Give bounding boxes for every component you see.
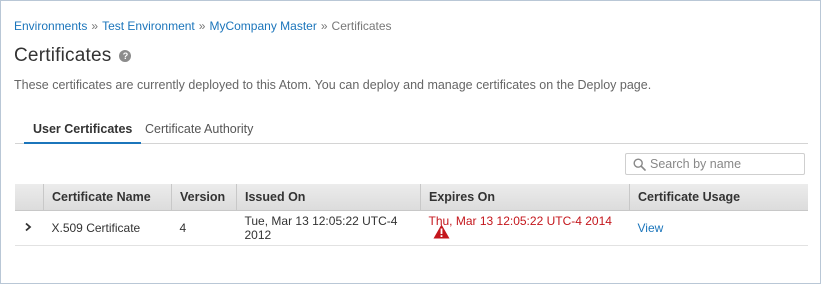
breadcrumb-separator: » xyxy=(320,19,328,33)
breadcrumb: Environments» Test Environment» MyCompany … xyxy=(14,19,392,33)
search-icon xyxy=(630,155,648,173)
header-certificate-usage[interactable]: Certificate Usage xyxy=(629,184,808,211)
header-expand xyxy=(15,184,44,211)
breadcrumb-separator: » xyxy=(91,19,99,33)
cell-version: 4 xyxy=(171,210,237,246)
tab-user-certificates[interactable]: User Certificates xyxy=(24,122,142,144)
certificates-table: Certificate Name Version Issued On Expir… xyxy=(15,184,808,246)
page-title: Certificates xyxy=(14,45,112,66)
warning-icon xyxy=(433,224,450,242)
breadcrumb-mycompany-master[interactable]: MyCompany Master xyxy=(209,19,316,33)
help-icon[interactable]: ? xyxy=(119,50,132,62)
table-header-row: Certificate Name Version Issued On Expir… xyxy=(15,184,808,211)
breadcrumb-separator: » xyxy=(198,19,206,33)
table-row: X.509 Certificate 4 Tue, Mar 13 12:05:22… xyxy=(15,210,808,246)
chevron-right-icon[interactable] xyxy=(23,221,33,232)
expires-on-text: Thu, Mar 13 12:05:22 UTC-4 2014 xyxy=(428,213,612,228)
expand-cell[interactable] xyxy=(15,210,44,246)
tab-certificate-authority[interactable]: Certificate Authority xyxy=(136,122,262,142)
search-input[interactable] xyxy=(648,157,800,171)
header-expires-on[interactable]: Expires On xyxy=(420,184,630,211)
tab-bar: User Certificates Certificate Authority xyxy=(15,118,808,144)
cell-certificate-usage: View xyxy=(629,210,808,246)
header-version[interactable]: Version xyxy=(171,184,237,211)
cell-certificate-name: X.509 Certificate xyxy=(43,210,172,246)
breadcrumb-test-environment[interactable]: Test Environment xyxy=(102,19,195,33)
title-row: Certificates ? xyxy=(14,45,132,67)
breadcrumb-current: Certificates xyxy=(331,19,392,33)
search-box xyxy=(625,153,805,175)
page-description: These certificates are currently deploye… xyxy=(14,78,652,92)
cell-expires-on: Thu, Mar 13 12:05:22 UTC-4 2014 xyxy=(420,210,630,246)
breadcrumb-environments[interactable]: Environments xyxy=(14,19,87,33)
header-issued-on[interactable]: Issued On xyxy=(236,184,421,211)
header-certificate-name[interactable]: Certificate Name xyxy=(43,184,172,211)
cell-issued-on: Tue, Mar 13 12:05:22 UTC-4 2012 xyxy=(236,210,421,246)
view-usage-link[interactable]: View xyxy=(638,221,664,235)
